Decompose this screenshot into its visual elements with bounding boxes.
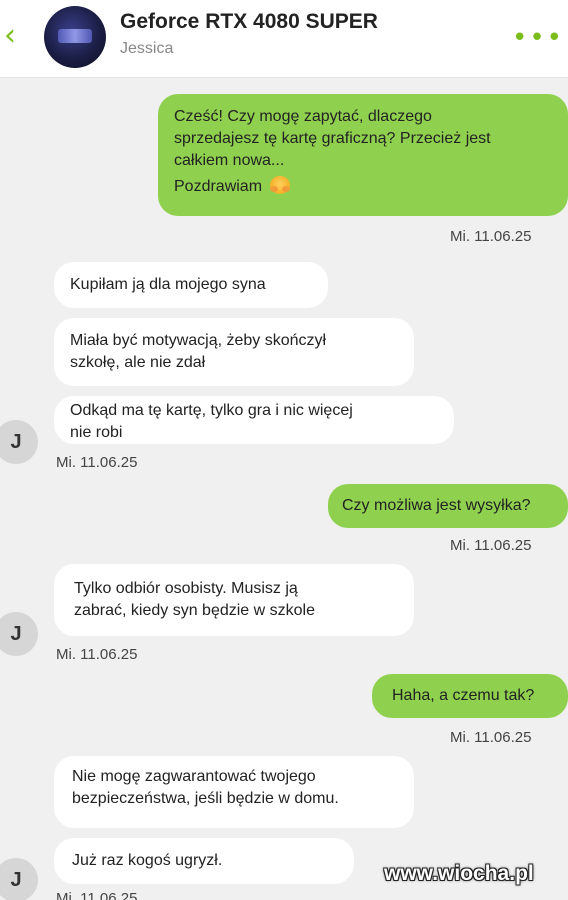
message-timestamp: Mi. 11.06.25 xyxy=(450,228,532,245)
product-avatar[interactable] xyxy=(44,6,106,68)
seller-name: Jessica xyxy=(120,40,174,57)
message-line: Kupiłam ją dla mojego syna xyxy=(70,276,266,293)
listing-title: Geforce RTX 4080 SUPER xyxy=(120,10,378,33)
message-line: Miała być motywacją, żeby skończył xyxy=(70,332,327,349)
message-timestamp: Mi. 11.06.25 xyxy=(450,729,532,746)
incoming-message: Kupiłam ją dla mojego syna xyxy=(54,262,328,308)
sender-avatar[interactable]: J xyxy=(0,858,38,900)
message-line: nie robi xyxy=(70,424,123,441)
incoming-message: Miała być motywacją, żeby skończył szkoł… xyxy=(54,318,414,386)
message-line: Tylko odbiór osobisty. Musisz ją xyxy=(74,580,298,597)
message-line: szkołę, ale nie zdał xyxy=(70,354,206,371)
more-dots-icon[interactable]: ••• xyxy=(512,18,562,58)
message-line: sprzedajesz tę kartę graficzną? Przecież… xyxy=(174,130,491,147)
chat-header: ‹ Geforce RTX 4080 SUPER Jessica ••• xyxy=(0,0,568,78)
graphics-card-image xyxy=(58,29,92,43)
message-line: Już raz kogoś ugryzł. xyxy=(72,852,223,869)
back-chevron-icon[interactable]: ‹ xyxy=(0,18,20,54)
outgoing-message: Czy możliwa jest wysyłka? xyxy=(328,484,568,528)
message-line: Nie mogę zagwarantować twojego xyxy=(72,768,316,785)
outgoing-message: Haha, a czemu tak? xyxy=(372,674,568,718)
message-line: Haha, a czemu tak? xyxy=(392,687,535,704)
incoming-message: Nie mogę zagwarantować twojego bezpiecze… xyxy=(54,756,414,828)
message-line: całkiem nowa... xyxy=(174,152,285,169)
message-line: bezpieczeństwa, jeśli będzie w domu. xyxy=(72,790,339,807)
message-line: zabrać, kiedy syn będzie w szkole xyxy=(74,602,315,619)
message-timestamp: Mi. 11.06.25 xyxy=(56,454,138,471)
sender-avatar[interactable]: J xyxy=(0,420,38,464)
watermark: www.wiocha.pl xyxy=(384,862,534,885)
incoming-message: Tylko odbiór osobisty. Musisz ją zabrać,… xyxy=(54,564,414,636)
message-line: Cześć! Czy mogę zapytać, dlaczego xyxy=(174,108,432,125)
message-timestamp: Mi. 11.06.25 xyxy=(56,890,138,900)
message-line: Odkąd ma tę kartę, tylko gra i nic więce… xyxy=(70,402,353,419)
incoming-message: Już raz kogoś ugryzł. xyxy=(54,838,354,884)
incoming-message: Odkąd ma tę kartę, tylko gra i nic więce… xyxy=(54,396,454,444)
hugging-face-emoji xyxy=(270,176,291,194)
message-signoff: Pozdrawiam xyxy=(174,176,552,198)
message-line: Czy możliwa jest wysyłka? xyxy=(342,497,531,514)
message-timestamp: Mi. 11.06.25 xyxy=(450,537,532,554)
sender-avatar[interactable]: J xyxy=(0,612,38,656)
signoff-text: Pozdrawiam xyxy=(174,178,263,195)
message-timestamp: Mi. 11.06.25 xyxy=(56,646,138,663)
outgoing-message: Cześć! Czy mogę zapytać, dlaczego sprzed… xyxy=(158,94,568,216)
